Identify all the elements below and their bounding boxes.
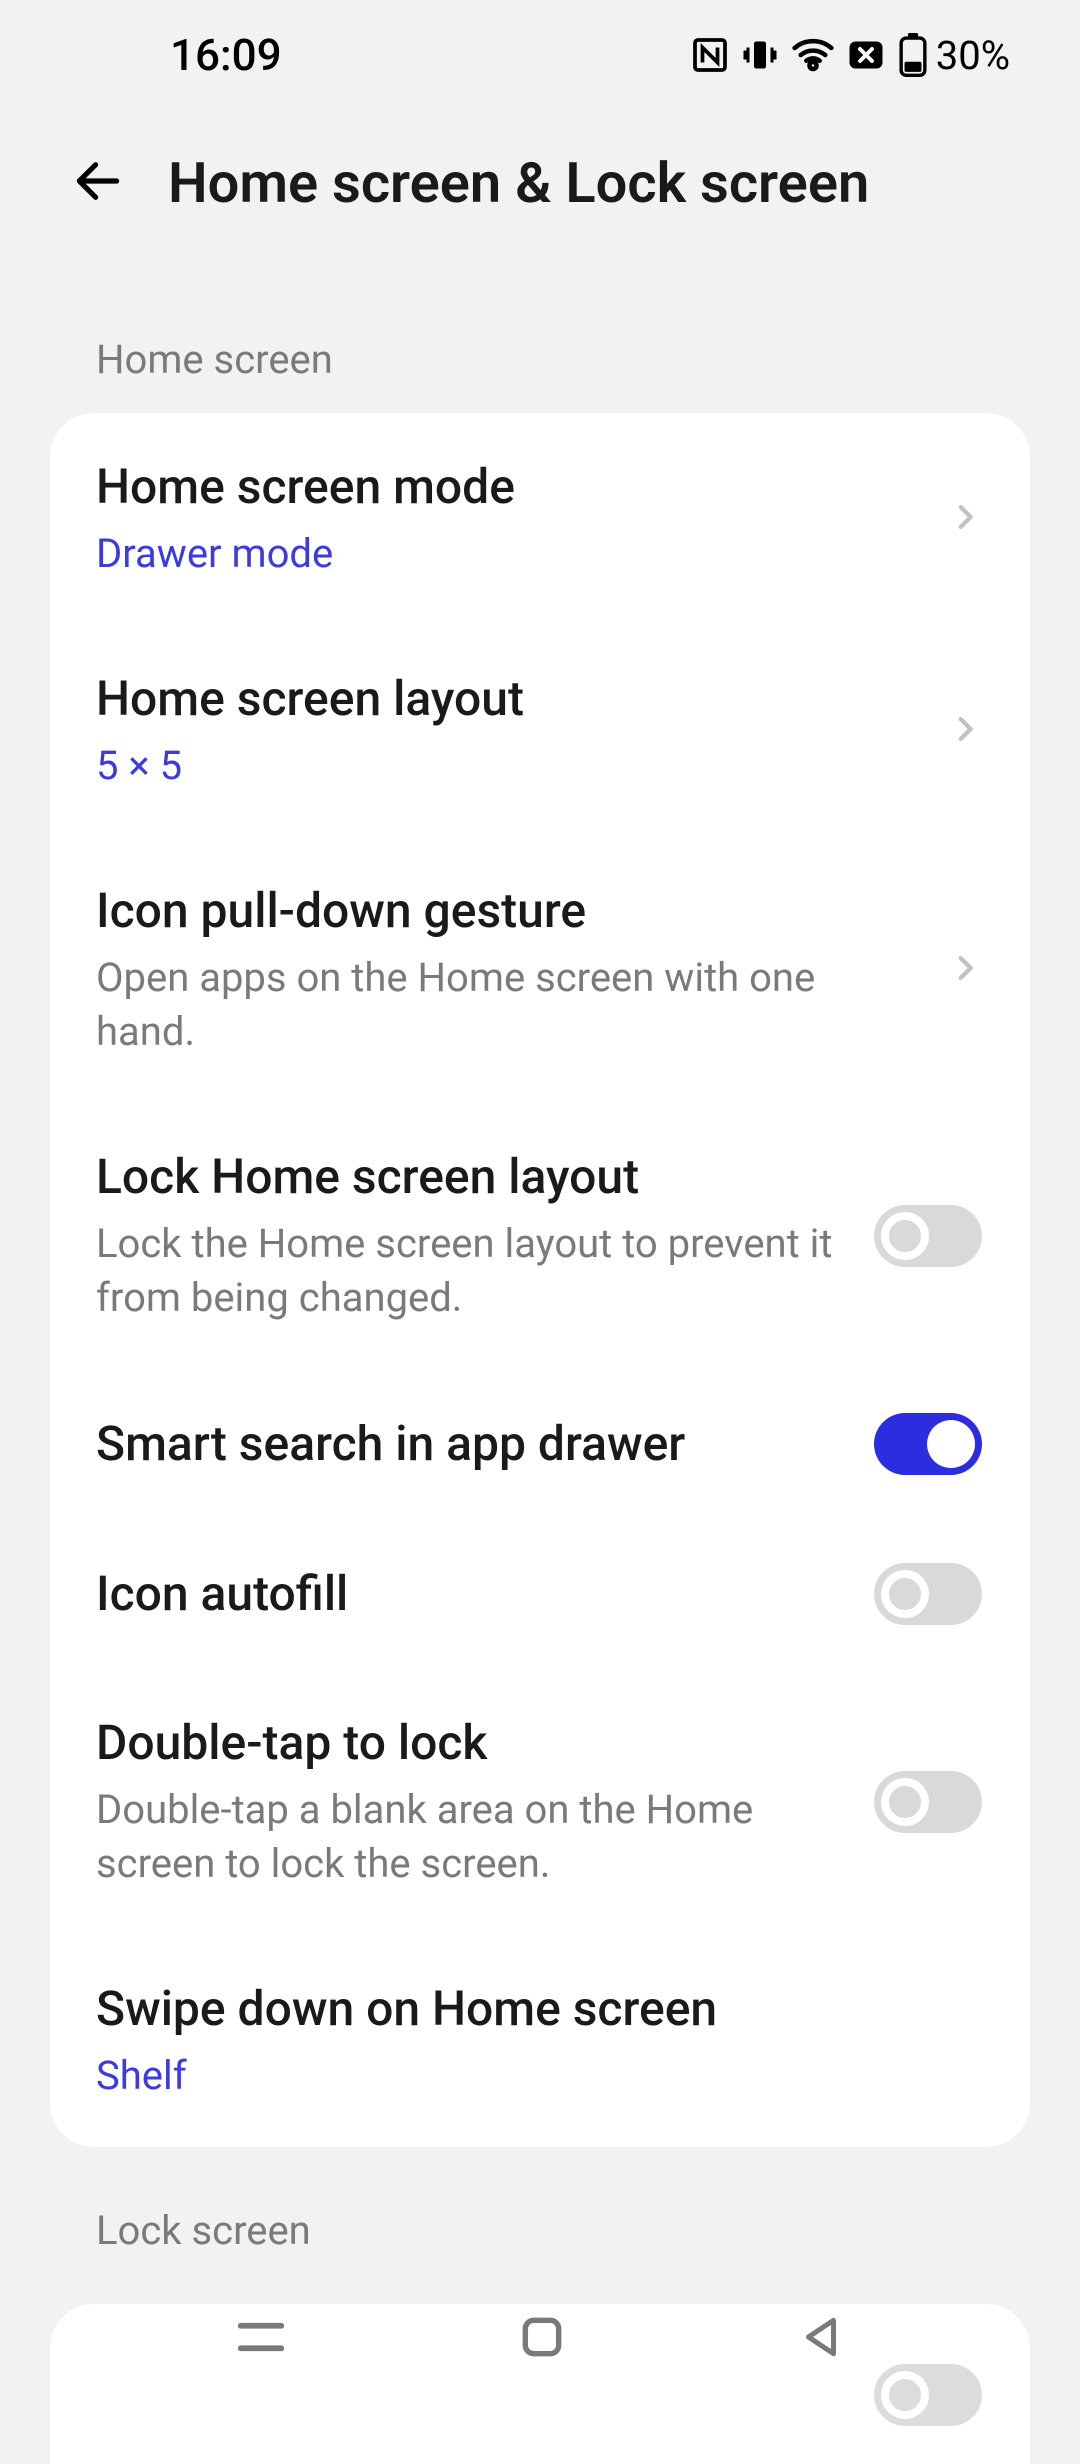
row-desc: Double-tap a blank area on the Home scre… <box>96 1783 844 1891</box>
status-time: 16:09 <box>170 29 282 81</box>
row-title: Swipe down on Home screen <box>96 1979 952 2039</box>
home-screen-card: Home screen mode Drawer mode Home screen… <box>50 413 1030 2147</box>
row-title: Smart search in app drawer <box>96 1414 844 1474</box>
row-value: 5 × 5 <box>96 739 918 793</box>
toggle-double-tap[interactable] <box>874 1771 982 1833</box>
toggle-icon-autofill[interactable] <box>874 1563 982 1625</box>
wifi-icon <box>792 37 834 73</box>
data-off-icon <box>848 40 884 70</box>
back-button[interactable] <box>70 153 126 213</box>
toggle-lock-layout[interactable] <box>874 1205 982 1267</box>
battery-icon <box>898 33 928 77</box>
battery-percent: 30% <box>936 32 1010 79</box>
page-header: Home screen & Lock screen <box>0 110 1080 276</box>
vibrate-icon <box>742 37 778 73</box>
row-home-screen-layout[interactable]: Home screen layout 5 × 5 <box>50 625 1030 837</box>
row-title: Home screen mode <box>96 457 918 517</box>
row-value: Drawer mode <box>96 527 918 581</box>
row-icon-autofill[interactable]: Icon autofill <box>50 1519 1030 1669</box>
row-double-tap-lock[interactable]: Double-tap to lock Double-tap a blank ar… <box>50 1669 1030 1935</box>
status-icons: 30% <box>692 32 1010 79</box>
row-title: Lock Home screen layout <box>96 1147 844 1207</box>
row-lock-layout[interactable]: Lock Home screen layout Lock the Home sc… <box>50 1103 1030 1369</box>
back-nav-button[interactable] <box>796 2312 846 2362</box>
home-button[interactable] <box>517 2312 567 2362</box>
system-nav-bar <box>0 2262 1080 2412</box>
row-smart-search[interactable]: Smart search in app drawer <box>50 1369 1030 1519</box>
row-title: Home screen layout <box>96 669 918 729</box>
chevron-right-icon <box>948 712 982 750</box>
row-title: Icon pull-down gesture <box>96 881 918 941</box>
row-value: Shelf <box>96 2049 952 2103</box>
section-label-home-screen: Home screen <box>0 276 1080 413</box>
nfc-icon <box>692 37 728 73</box>
recent-apps-button[interactable] <box>234 2310 288 2364</box>
row-title: Icon autofill <box>96 1564 844 1624</box>
status-bar: 16:09 30% <box>0 0 1080 110</box>
row-swipe-down[interactable]: Swipe down on Home screen Shelf <box>50 1935 1030 2147</box>
row-desc: Lock the Home screen layout to prevent i… <box>96 1217 844 1325</box>
toggle-smart-search[interactable] <box>874 1413 982 1475</box>
row-title: Double-tap to lock <box>96 1713 844 1773</box>
page-title: Home screen & Lock screen <box>168 150 869 216</box>
chevron-right-icon <box>948 951 982 989</box>
chevron-right-icon <box>948 500 982 538</box>
row-desc: Open apps on the Home screen with one ha… <box>96 951 918 1059</box>
row-home-screen-mode[interactable]: Home screen mode Drawer mode <box>50 413 1030 625</box>
row-icon-pull-down[interactable]: Icon pull-down gesture Open apps on the … <box>50 837 1030 1103</box>
